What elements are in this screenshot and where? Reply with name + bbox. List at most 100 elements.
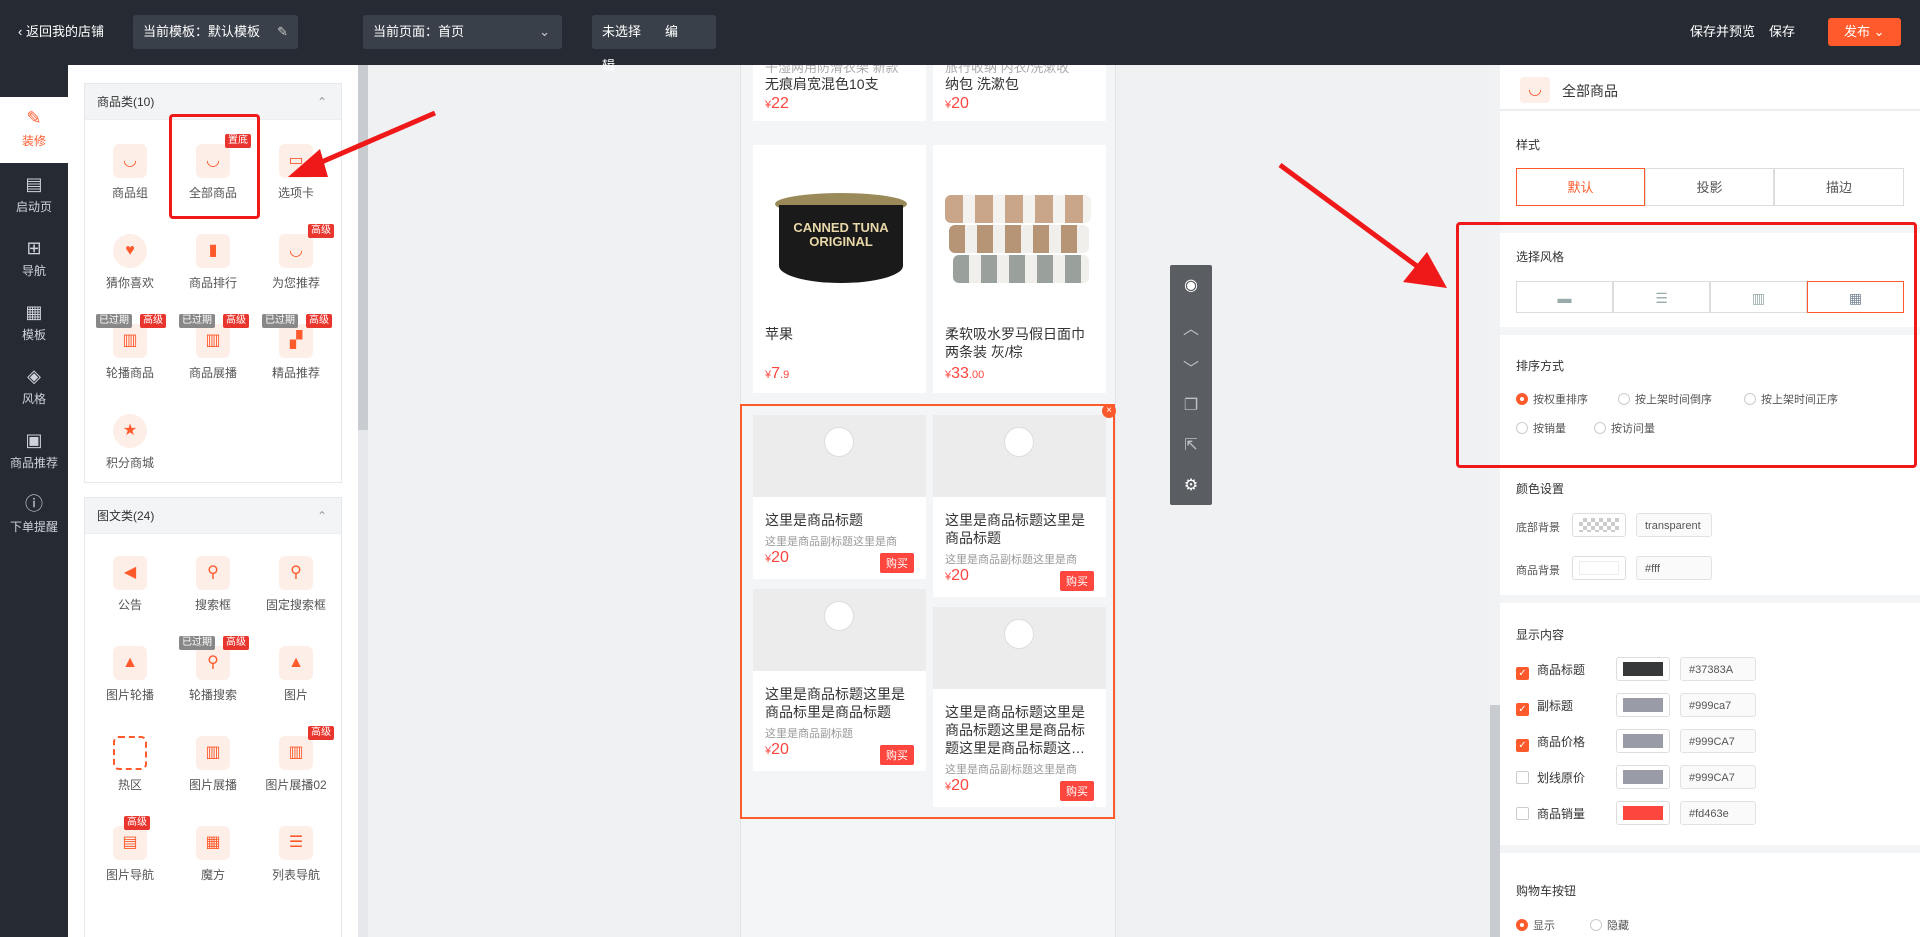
title-color-value[interactable]: #37383A — [1680, 657, 1756, 681]
goods-bg-label: 商品背景 — [1516, 565, 1560, 577]
copy-icon[interactable]: ❐ — [1170, 395, 1212, 415]
advanced-badge: 高级 — [306, 314, 332, 328]
settings-panel: ◡ 全部商品 样式 默认 投影 描边 选择风格 ▬ ☰ ▥ ▦ 排序方式 按权重… — [1490, 65, 1920, 937]
subtitle-color-value[interactable]: #999ca7 — [1680, 693, 1756, 717]
nav-launch-page[interactable]: ▤ 启动页 — [0, 173, 68, 215]
cart-show-radio[interactable]: 显示 — [1516, 917, 1555, 933]
divider — [1500, 845, 1920, 853]
style-shadow-button[interactable]: 投影 — [1645, 168, 1774, 206]
bottom-bg-swatch[interactable] — [1572, 513, 1626, 537]
component-goods-group[interactable]: ◡ 商品组 — [90, 134, 170, 214]
show-sales-checkbox[interactable]: 商品销量 — [1516, 805, 1585, 822]
original-price-color-value[interactable]: #999CA7 — [1680, 765, 1756, 789]
component-magic-cube[interactable]: ▦ 魔方 — [173, 816, 253, 896]
style-label: 样式 — [1516, 138, 1541, 152]
component-goods-showcase[interactable]: 已过期 高级 ▥ 商品展播 — [173, 314, 253, 394]
showcase-icon: ▥ — [196, 324, 230, 358]
component-premium-recommend[interactable]: 已过期 高级 ▞ 精品推荐 — [256, 314, 336, 394]
title-color-swatch[interactable] — [1616, 657, 1670, 681]
radio-label: 显示 — [1533, 920, 1555, 932]
template-selector[interactable]: 当前模板：默认模板 ✎ — [133, 15, 298, 49]
nav-navigation[interactable]: ⊞ 导航 — [0, 237, 68, 279]
eye-icon[interactable]: ◉ — [1170, 275, 1212, 295]
image-icon: ▲ — [113, 646, 147, 680]
settings-icon[interactable]: ⚙ — [1170, 475, 1212, 495]
goods-bg-value[interactable]: #fff — [1636, 556, 1712, 580]
price-color-value[interactable]: #999CA7 — [1680, 729, 1756, 753]
chevron-up-icon: ⌃ — [316, 509, 327, 523]
component-label: 搜索框 — [194, 598, 231, 612]
chevron-down-icon[interactable]: ﹀ — [1170, 355, 1212, 379]
towel-image — [945, 195, 1091, 285]
annotation-arrow-right — [1278, 162, 1447, 288]
pencil-icon[interactable]: ✎ — [277, 15, 288, 49]
nav-style[interactable]: ◈ 风格 — [0, 365, 68, 407]
component-notice[interactable]: ◀ 公告 — [90, 546, 170, 626]
chevron-up-icon[interactable]: ︿ — [1170, 315, 1212, 339]
product-price: ¥7.9 — [765, 365, 789, 383]
component-label: 商品排行 — [188, 276, 237, 290]
premium-icon: ▞ — [279, 324, 313, 358]
show-original-price-checkbox[interactable]: 划线原价 — [1516, 769, 1585, 786]
product-card[interactable]: 旅行收纳 内衣/洗漱收 纳包 洗漱包 ¥20 — [933, 65, 1106, 121]
panel-scrollbar[interactable] — [358, 65, 368, 937]
component-image-showcase-02[interactable]: 高级 ▥ 图片展播02 — [256, 726, 336, 806]
show-subtitle-checkbox[interactable]: ✓ 副标题 — [1516, 697, 1573, 716]
bottom-bg-value[interactable]: transparent — [1636, 513, 1712, 537]
nav-label: 风格 — [21, 392, 46, 406]
component-goods-ranking[interactable]: ▮ 商品排行 — [173, 224, 253, 304]
price-color-swatch[interactable] — [1616, 729, 1670, 753]
publish-button[interactable]: 发布 ⌄ — [1828, 18, 1901, 46]
component-image[interactable]: ▲ 图片 — [256, 636, 336, 716]
highlight-box — [169, 114, 260, 219]
sales-color-swatch[interactable] — [1616, 801, 1670, 825]
cube-icon: ▦ — [196, 826, 230, 860]
nav-order-alert[interactable]: ⓘ 下单提醒 — [0, 493, 68, 535]
checkbox-box — [1516, 771, 1529, 784]
product-card[interactable]: 干湿两用防滑衣架 新款 无痕肩宽混色10支 ¥22 — [753, 65, 926, 121]
component-search-box[interactable]: ⚲ 搜索框 — [173, 546, 253, 626]
scrollbar-thumb[interactable] — [1490, 705, 1500, 937]
component-hotspot[interactable]: 热区 — [90, 726, 170, 806]
component-image-carousel[interactable]: ▲ 图片轮播 — [90, 636, 170, 716]
style-outline-button[interactable]: 描边 — [1774, 168, 1904, 206]
brush-icon: ✎ — [26, 108, 42, 128]
settings-scrollbar[interactable] — [1490, 65, 1500, 937]
back-to-store-link[interactable]: ‹ 返回我的店铺 — [18, 15, 104, 49]
goods-bg-swatch[interactable] — [1572, 556, 1626, 580]
paint-bucket-icon: ◈ — [27, 366, 41, 386]
product-card-towel[interactable]: 柔软吸水罗马假日面巾两条装 灰/棕 ¥33.00 — [933, 145, 1106, 393]
selected-component-outline[interactable] — [740, 404, 1115, 819]
page-label: 当前页面：首页 — [373, 24, 465, 39]
component-carousel-goods[interactable]: 已过期 高级 ▥ 轮播商品 — [90, 314, 170, 394]
section-header[interactable]: 图文类(24) ⌃ — [85, 498, 341, 534]
original-price-color-swatch[interactable] — [1616, 765, 1670, 789]
close-icon[interactable]: × — [1102, 404, 1116, 418]
sales-color-value[interactable]: #fd463e — [1680, 801, 1756, 825]
show-title-checkbox[interactable]: ✓ 商品标题 — [1516, 661, 1585, 680]
nav-template[interactable]: ▦ 模板 — [0, 301, 68, 343]
subtitle-color-swatch[interactable] — [1616, 693, 1670, 717]
component-points-mall[interactable]: ★ 积分商城 — [90, 404, 170, 484]
component-guess-you-like[interactable]: ♥ 猜你喜欢 — [90, 224, 170, 304]
cart-hide-radio[interactable]: 隐藏 — [1590, 917, 1629, 933]
product-card-apple[interactable]: CANNED TUNA ORIGINAL 苹果 ¥7.9 — [753, 145, 926, 393]
component-label: 商品展播 — [188, 366, 237, 380]
style-default-button[interactable]: 默认 — [1516, 168, 1645, 206]
component-carousel-search[interactable]: 已过期 高级 ⚲ 轮播搜索 — [173, 636, 253, 716]
component-recommend-for-you[interactable]: 高级 ◡ 为您推荐 — [256, 224, 336, 304]
component-fixed-search[interactable]: ⚲ 固定搜索框 — [256, 546, 336, 626]
component-list-nav[interactable]: ☰ 列表导航 — [256, 816, 336, 896]
share-icon[interactable]: ⇱ — [1170, 435, 1212, 455]
component-image-showcase[interactable]: ▥ 图片展播 — [173, 726, 253, 806]
nav-decorate[interactable]: ✎ 装修 — [0, 97, 68, 163]
nav-recommend[interactable]: ▣ 商品推荐 — [0, 429, 68, 471]
price-decimal: .9 — [780, 369, 790, 381]
show-price-checkbox[interactable]: ✓ 商品价格 — [1516, 733, 1585, 752]
save-button[interactable]: 保存 — [1769, 15, 1795, 49]
component-label: 为您推荐 — [271, 276, 320, 290]
save-preview-button[interactable]: 保存并预览 — [1690, 15, 1755, 49]
can-label: CANNED TUNA ORIGINAL — [793, 220, 889, 249]
page-selector[interactable]: 当前页面：首页 ⌄ — [363, 15, 562, 49]
component-image-nav[interactable]: 高级 ▤ 图片导航 — [90, 816, 170, 896]
